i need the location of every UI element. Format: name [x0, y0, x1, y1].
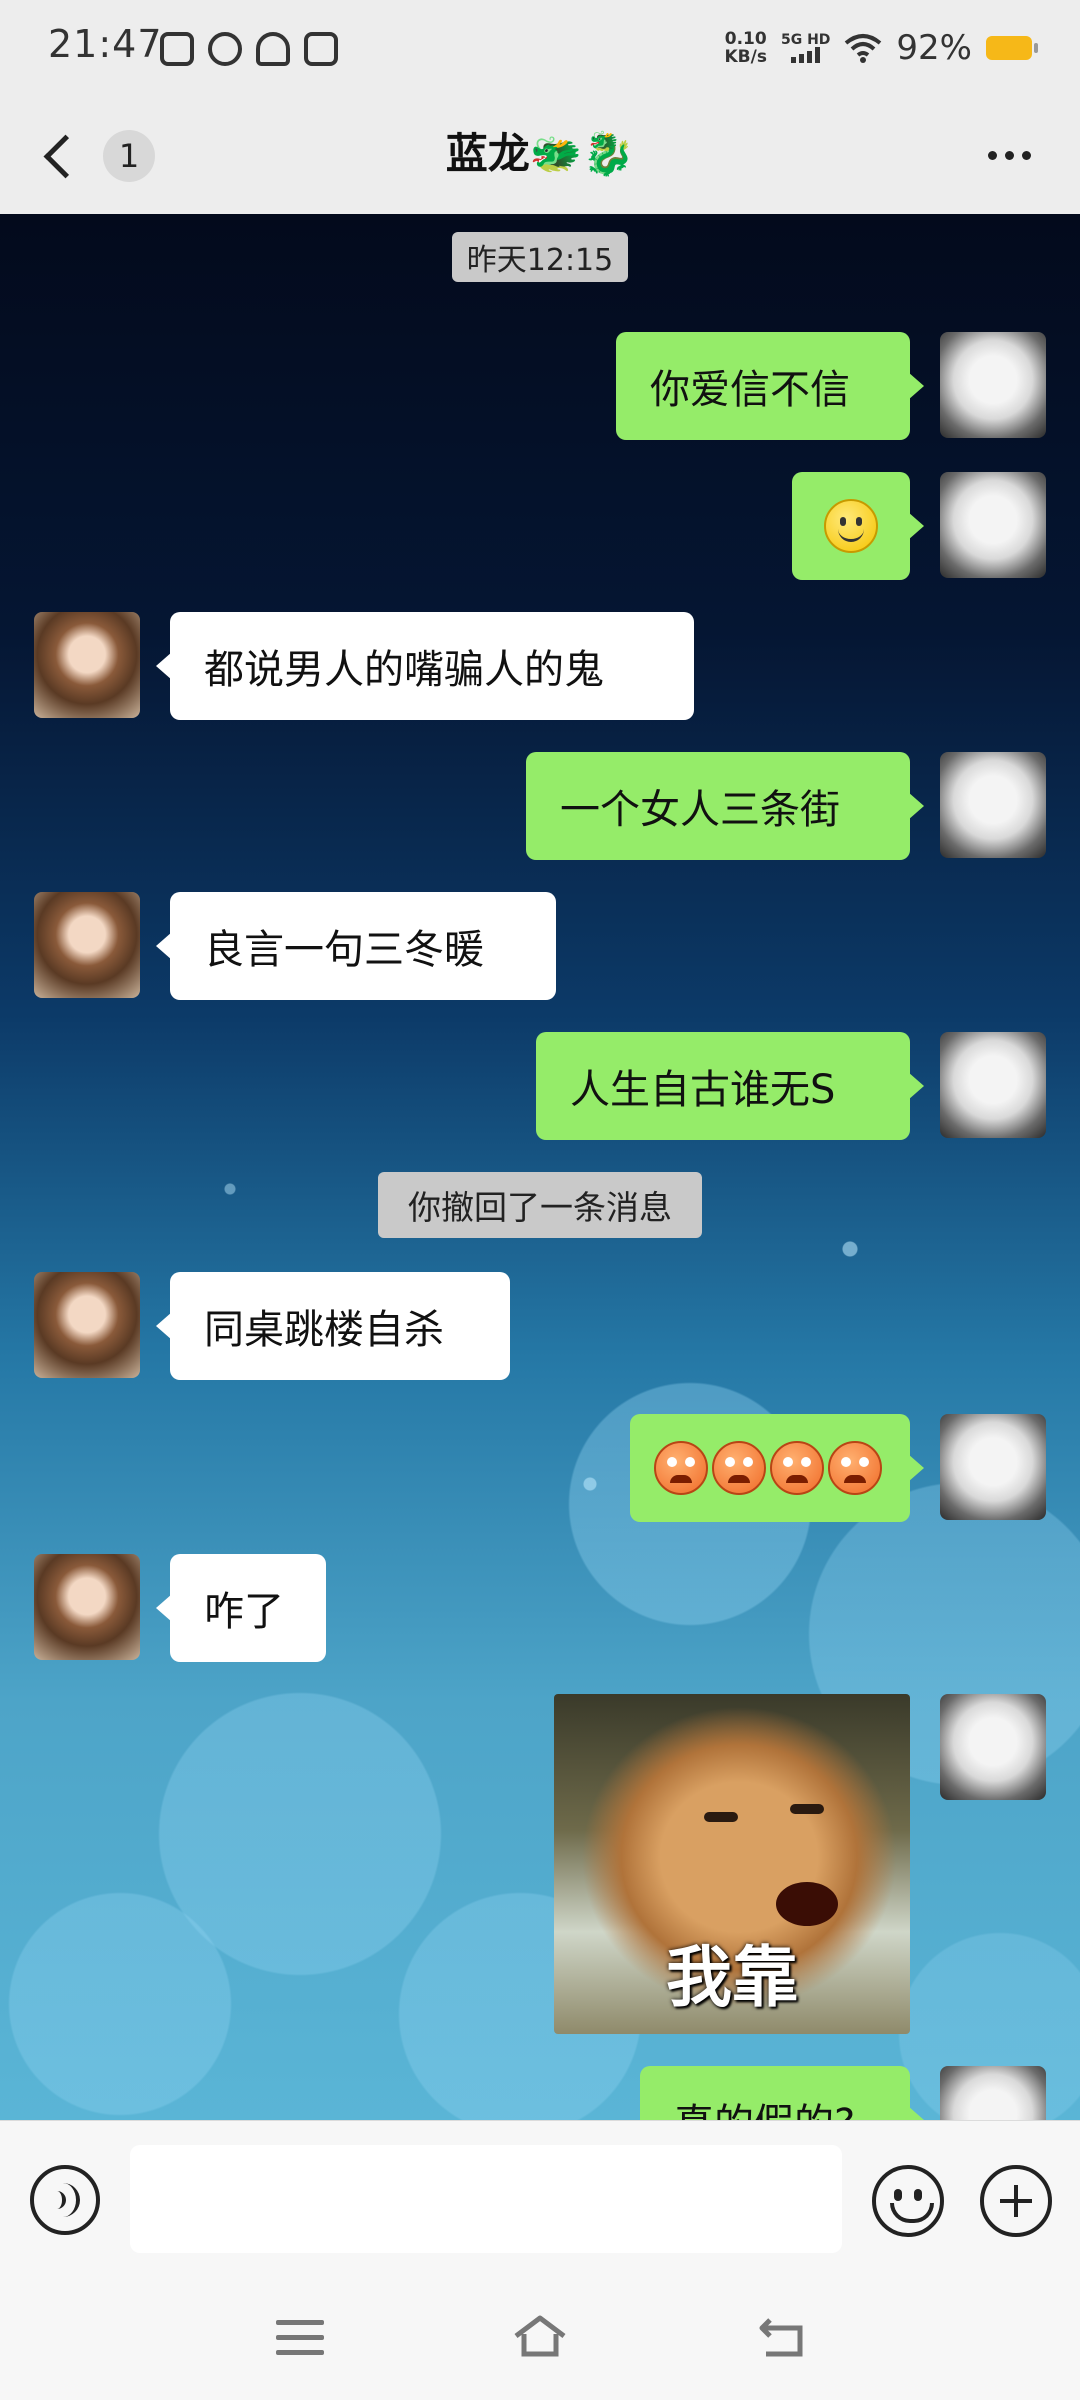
angry-emoji-icon — [828, 1441, 882, 1495]
notification-app-icon — [160, 32, 194, 66]
message-bubble[interactable]: 咋了 — [156, 1554, 326, 1662]
smile-emoji-icon — [824, 499, 878, 553]
network-speed: 0.10 KB/s — [725, 30, 767, 66]
sticker-eye — [704, 1812, 738, 1822]
network-type: 5G HD — [780, 32, 831, 48]
system-nav-bar — [0, 2282, 1080, 2400]
message-bubble[interactable]: 真的假的? — [640, 2066, 924, 2120]
speed-unit: KB/s — [724, 47, 767, 67]
my-avatar[interactable] — [940, 1414, 1046, 1520]
status-notification-icons — [160, 32, 338, 66]
recall-notice: 你撤回了一条消息 — [378, 1172, 702, 1238]
notification-sync-icon — [208, 32, 242, 66]
my-avatar[interactable] — [940, 332, 1046, 438]
wifi-icon — [845, 34, 882, 63]
message-bubble[interactable]: 你爱信不信 — [616, 332, 924, 440]
my-avatar[interactable] — [940, 752, 1046, 858]
message-input[interactable] — [130, 2145, 842, 2253]
message-bubble-emoji[interactable] — [630, 1414, 924, 1522]
my-avatar[interactable] — [940, 1032, 1046, 1138]
more-functions-button[interactable] — [980, 2165, 1052, 2237]
message-bubble[interactable]: 良言一句三冬暖 — [156, 892, 556, 1000]
my-avatar[interactable] — [940, 472, 1046, 578]
chat-messages[interactable]: 昨天12:15 你爱信不信 都说男人的嘴骗人的鬼 一个女人三条街 良言一句三冬暖… — [0, 214, 1080, 2120]
signal-bars-icon — [791, 47, 821, 63]
back-nav-icon[interactable] — [756, 2312, 806, 2360]
status-time: 21:47 — [48, 22, 163, 66]
menu-icon[interactable] — [276, 2320, 324, 2356]
sticker-caption: 我靠 — [666, 1939, 798, 2016]
battery-icon — [986, 36, 1038, 60]
speed-value: 0.10 — [724, 29, 767, 49]
angry-emoji-icon — [654, 1441, 708, 1495]
chat-header: 1 蓝龙🐲🐉 — [0, 100, 1080, 214]
message-bubble[interactable]: 都说男人的嘴骗人的鬼 — [156, 612, 694, 720]
message-bubble[interactable]: 同桌跳楼自杀 — [156, 1272, 510, 1380]
battery-percent: 92% — [896, 28, 972, 68]
message-bubble-emoji[interactable] — [792, 472, 924, 580]
status-right: 0.10 KB/s 5G HD 92% — [725, 28, 1038, 68]
angry-emoji-icon — [770, 1441, 824, 1495]
more-options-button[interactable] — [974, 140, 1044, 170]
message-bubble[interactable]: 一个女人三条街 — [526, 752, 924, 860]
cloud-icon — [256, 32, 290, 66]
home-icon[interactable] — [512, 2312, 568, 2360]
notification-mail-icon — [304, 32, 338, 66]
contact-avatar[interactable] — [34, 892, 140, 998]
cellular-signal: 5G HD — [781, 33, 830, 63]
voice-input-button[interactable] — [30, 2165, 100, 2235]
chat-title[interactable]: 蓝龙🐲🐉 — [0, 120, 1080, 181]
sticker-eye — [790, 1804, 824, 1814]
message-bubble[interactable]: 人生自古谁无S — [536, 1032, 924, 1140]
contact-avatar[interactable] — [34, 1554, 140, 1660]
sticker-image[interactable]: 我靠 — [554, 1694, 910, 2034]
angry-emoji-icon — [712, 1441, 766, 1495]
emoji-button[interactable] — [872, 2165, 944, 2237]
my-avatar[interactable] — [940, 2066, 1046, 2120]
message-timestamp: 昨天12:15 — [452, 232, 628, 282]
more-dots-icon — [987, 150, 997, 160]
my-avatar[interactable] — [940, 1694, 1046, 1800]
contact-avatar[interactable] — [34, 612, 140, 718]
contact-avatar[interactable] — [34, 1272, 140, 1378]
input-bar — [0, 2120, 1080, 2283]
sticker-mouth — [776, 1882, 838, 1926]
status-bar: 21:47 0.10 KB/s 5G HD 92% — [0, 0, 1080, 100]
